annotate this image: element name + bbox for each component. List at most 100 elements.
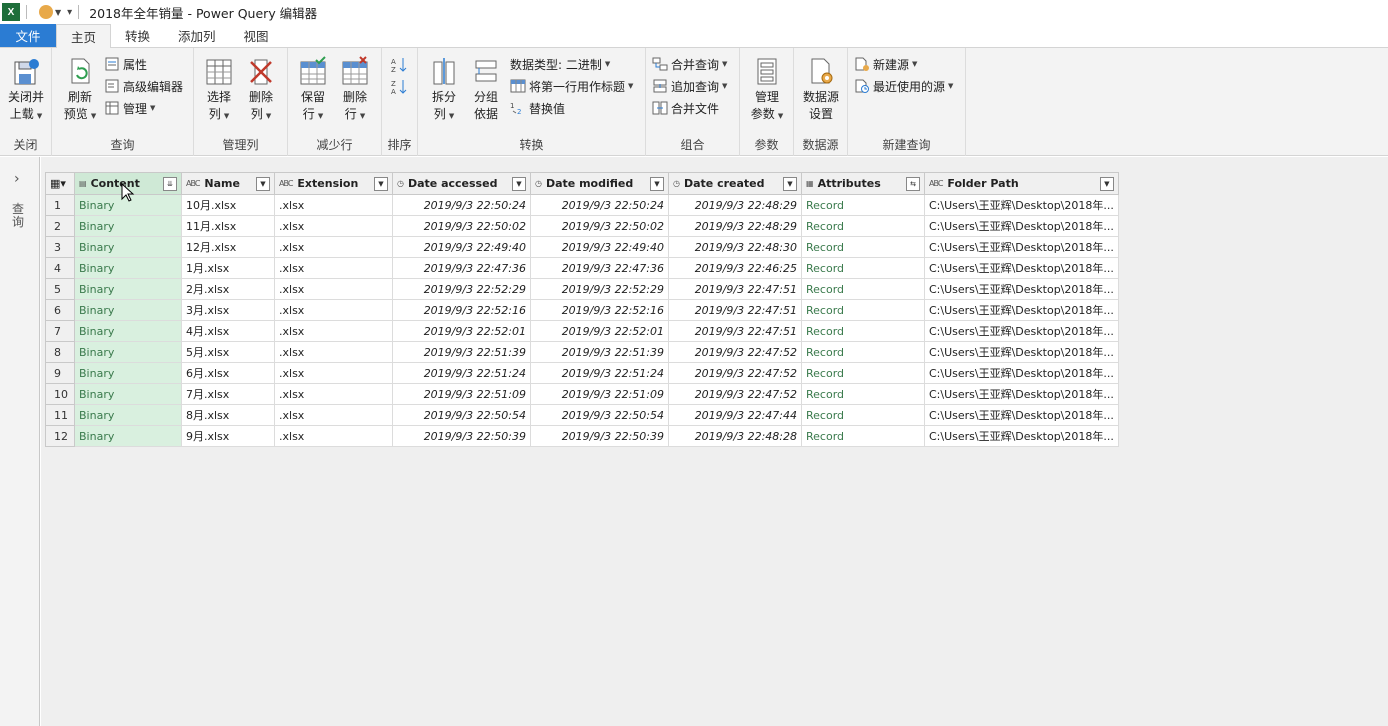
svg-text:Z: Z bbox=[391, 80, 396, 88]
queries-pane-collapsed[interactable]: › 查询 bbox=[0, 157, 40, 726]
sort-ascending-icon[interactable]: AZ bbox=[391, 56, 409, 74]
cell-folder-path: C:\Users\王亚辉\Desktop\2018年... bbox=[924, 236, 1119, 258]
expand-binary-icon[interactable]: ⇊ bbox=[163, 176, 177, 191]
cell-content[interactable]: Binary bbox=[74, 257, 182, 279]
sort-descending-icon[interactable]: ZA bbox=[391, 78, 409, 96]
customize-toolbar-icon[interactable]: ▾ bbox=[67, 7, 72, 18]
filter-dropdown-icon[interactable]: ▼ bbox=[650, 176, 664, 191]
manage-label: 管理 bbox=[123, 101, 148, 116]
cell-content[interactable]: Binary bbox=[74, 383, 182, 405]
filter-dropdown-icon[interactable]: ▼ bbox=[783, 176, 797, 191]
table-row[interactable]: 1 Binary 10月.xlsx .xlsx 2019/9/3 22:50:24 201… bbox=[45, 194, 1119, 216]
filter-dropdown-icon[interactable]: ▼ bbox=[512, 176, 526, 191]
table-menu-button[interactable]: ▦▾ bbox=[45, 172, 75, 195]
cell-content[interactable]: Binary bbox=[74, 278, 182, 300]
remove-rows-button[interactable]: 删除 行 ▼ bbox=[333, 56, 377, 125]
tab-add-column[interactable]: 添加列 bbox=[164, 24, 230, 47]
cell-attributes[interactable]: Record bbox=[801, 236, 925, 258]
cell-attributes[interactable]: Record bbox=[801, 362, 925, 384]
cell-name: 12月.xlsx bbox=[181, 236, 275, 258]
manage-parameters-button[interactable]: 管理 参数 ▼ bbox=[745, 56, 789, 125]
recent-sources-button[interactable]: 最近使用的源 ▼ bbox=[854, 76, 953, 96]
column-header-date-modified[interactable]: ◷ Date modified ▼ bbox=[530, 172, 669, 195]
filter-dropdown-icon[interactable]: ▼ bbox=[1099, 176, 1114, 191]
split-column-button[interactable]: 拆分 列 ▼ bbox=[422, 56, 466, 125]
new-source-button[interactable]: 新建源 ▼ bbox=[854, 54, 917, 74]
cell-content[interactable]: Binary bbox=[74, 236, 182, 258]
table-row[interactable]: 9 Binary 6月.xlsx .xlsx 2019/9/3 22:51:24 2019… bbox=[45, 362, 1119, 384]
refresh-preview-button[interactable]: 刷新 预览 ▼ bbox=[58, 56, 102, 125]
dropdown-arrow-icon: ▼ bbox=[912, 60, 918, 68]
cell-attributes[interactable]: Record bbox=[801, 278, 925, 300]
replace-values-button[interactable]: 12 替换值 bbox=[510, 98, 565, 118]
column-header-name[interactable]: ABC Name ▼ bbox=[181, 172, 275, 195]
close-and-load-button[interactable]: 关闭并 上载 ▼ bbox=[4, 56, 48, 125]
merge-queries-label: 合并查询 bbox=[671, 57, 720, 72]
table-row[interactable]: 4 Binary 1月.xlsx .xlsx 2019/9/3 22:47:36 2019… bbox=[45, 257, 1119, 279]
advanced-editor-button[interactable]: 高级编辑器 bbox=[104, 76, 183, 96]
table-row[interactable]: 6 Binary 3月.xlsx .xlsx 2019/9/3 22:52:16 2019… bbox=[45, 299, 1119, 321]
cell-name: 11月.xlsx bbox=[181, 215, 275, 237]
cell-date-modified: 2019/9/3 22:49:40 bbox=[530, 236, 669, 258]
table-row[interactable]: 10 Binary 7月.xlsx .xlsx 2019/9/3 22:51:09 201… bbox=[45, 383, 1119, 405]
cell-content[interactable]: Binary bbox=[74, 299, 182, 321]
tab-home[interactable]: 主页 bbox=[56, 24, 112, 48]
keep-label-2-row: 行 ▼ bbox=[291, 106, 335, 125]
merge-queries-button[interactable]: 合并查询 ▼ bbox=[652, 54, 727, 74]
column-header-date-accessed[interactable]: ◷ Date accessed ▼ bbox=[392, 172, 531, 195]
cell-content[interactable]: Binary bbox=[74, 215, 182, 237]
smiley-dropdown-icon[interactable]: ▼ bbox=[55, 8, 61, 17]
cell-date-accessed: 2019/9/3 22:51:09 bbox=[392, 383, 531, 405]
append-queries-button[interactable]: 追加查询 ▼ bbox=[652, 76, 727, 96]
cell-name: 2月.xlsx bbox=[181, 278, 275, 300]
data-type-dropdown[interactable]: 数据类型: 二进制 ▼ bbox=[510, 54, 610, 74]
cell-attributes[interactable]: Record bbox=[801, 341, 925, 363]
tab-file[interactable]: 文件 bbox=[0, 24, 56, 47]
keep-rows-button[interactable]: 保留 行 ▼ bbox=[291, 56, 335, 125]
remove-columns-button[interactable]: 删除 列 ▼ bbox=[239, 56, 283, 125]
row-number: 2 bbox=[45, 215, 75, 237]
cell-attributes[interactable]: Record bbox=[801, 215, 925, 237]
cell-content[interactable]: Binary bbox=[74, 341, 182, 363]
tab-view[interactable]: 视图 bbox=[230, 24, 283, 47]
cell-attributes[interactable]: Record bbox=[801, 425, 925, 447]
combine-files-button[interactable]: 合并文件 bbox=[652, 98, 719, 118]
column-header-date-created[interactable]: ◷ Date created ▼ bbox=[668, 172, 802, 195]
cell-content[interactable]: Binary bbox=[74, 362, 182, 384]
cell-attributes[interactable]: Record bbox=[801, 404, 925, 426]
cell-attributes[interactable]: Record bbox=[801, 299, 925, 321]
table-row[interactable]: 8 Binary 5月.xlsx .xlsx 2019/9/3 22:51:39 2019… bbox=[45, 341, 1119, 363]
column-header-folder-path[interactable]: ABC Folder Path ▼ bbox=[924, 172, 1119, 195]
use-first-row-as-headers-button[interactable]: 将第一行用作标题 ▼ bbox=[510, 76, 633, 96]
filter-dropdown-icon[interactable]: ▼ bbox=[256, 176, 270, 191]
data-source-settings-button[interactable]: 数据源 设置 bbox=[799, 56, 843, 123]
properties-button[interactable]: 属性 bbox=[104, 54, 147, 74]
group-by-button[interactable]: 分组 依据 bbox=[464, 56, 508, 123]
table-row[interactable]: 12 Binary 9月.xlsx .xlsx 2019/9/3 22:50:39 201… bbox=[45, 425, 1119, 447]
expand-record-icon[interactable]: ⇆ bbox=[906, 176, 920, 191]
cell-folder-path: C:\Users\王亚辉\Desktop\2018年... bbox=[924, 341, 1119, 363]
cell-date-accessed: 2019/9/3 22:50:24 bbox=[392, 194, 531, 216]
cell-attributes[interactable]: Record bbox=[801, 320, 925, 342]
table-row[interactable]: 11 Binary 8月.xlsx .xlsx 2019/9/3 22:50:54 201… bbox=[45, 404, 1119, 426]
column-header-extension[interactable]: ABC Extension ▼ bbox=[274, 172, 393, 195]
cell-attributes[interactable]: Record bbox=[801, 257, 925, 279]
smiley-icon[interactable] bbox=[39, 5, 53, 19]
header-row-icon bbox=[510, 79, 526, 93]
cell-attributes[interactable]: Record bbox=[801, 194, 925, 216]
manage-button[interactable]: 管理 ▼ bbox=[104, 98, 155, 118]
table-row[interactable]: 5 Binary 2月.xlsx .xlsx 2019/9/3 22:52:29 2019… bbox=[45, 278, 1119, 300]
cell-content[interactable]: Binary bbox=[74, 320, 182, 342]
table-row[interactable]: 2 Binary 11月.xlsx .xlsx 2019/9/3 22:50:02 201… bbox=[45, 215, 1119, 237]
choose-columns-button[interactable]: 选择 列 ▼ bbox=[197, 56, 241, 125]
cell-attributes[interactable]: Record bbox=[801, 383, 925, 405]
cell-content[interactable]: Binary bbox=[74, 404, 182, 426]
column-header-attributes[interactable]: ▦ Attributes ⇆ bbox=[801, 172, 925, 195]
chevron-right-icon[interactable]: › bbox=[14, 171, 20, 187]
cell-content[interactable]: Binary bbox=[74, 425, 182, 447]
filter-dropdown-icon[interactable]: ▼ bbox=[374, 176, 388, 191]
table-row[interactable]: 3 Binary 12月.xlsx .xlsx 2019/9/3 22:49:40 201… bbox=[45, 236, 1119, 258]
tab-transform[interactable]: 转换 bbox=[111, 24, 164, 47]
cell-folder-path: C:\Users\王亚辉\Desktop\2018年... bbox=[924, 278, 1119, 300]
table-row[interactable]: 7 Binary 4月.xlsx .xlsx 2019/9/3 22:52:01 2019… bbox=[45, 320, 1119, 342]
